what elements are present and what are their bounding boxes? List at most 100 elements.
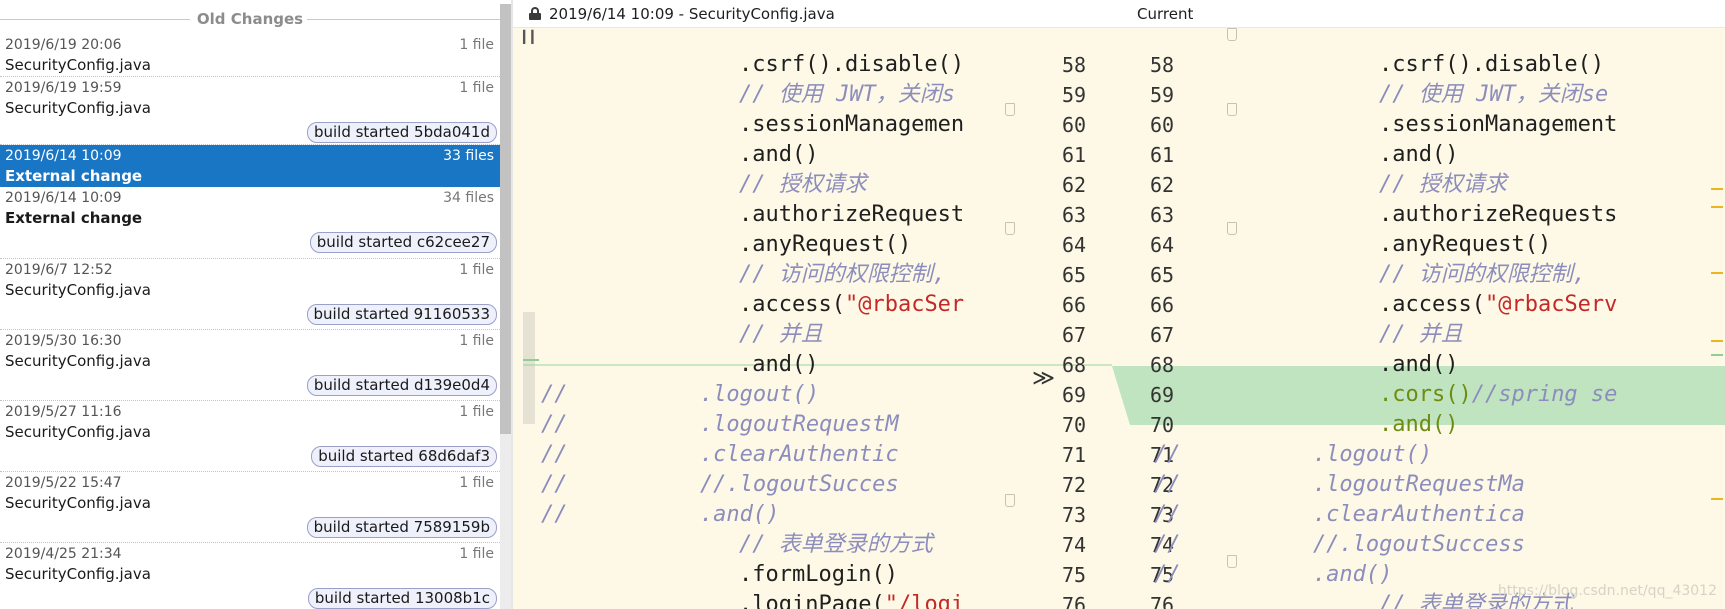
right-code-pane[interactable]: .csrf().disable() // 使用 JWT，关闭se .sessionM… <box>1126 28 1725 609</box>
history-entry[interactable]: 2019/6/14 10:09 34 files External change bu… <box>0 187 500 259</box>
fold-icon[interactable] <box>1005 103 1015 116</box>
code-line: // .logoutRequestMa <box>1154 472 1525 497</box>
entry-file-count: 1 file <box>459 333 494 349</box>
build-label-badge[interactable]: build started 91160533 <box>306 304 497 325</box>
line-number: 65 <box>1062 263 1087 287</box>
build-label-badge[interactable]: build started c62cee27 <box>309 232 497 253</box>
code-line: .csrf().disable() <box>1379 52 1605 77</box>
entry-date: 2019/5/27 11:16 <box>5 404 122 420</box>
code-line: .formLogin() <box>739 562 898 587</box>
entry-name: SecurityConfig.java <box>5 99 151 117</box>
build-label-badge[interactable]: build started 5bda041d <box>306 122 497 143</box>
history-entry[interactable]: 2019/6/19 19:59 1 file SecurityConfig.java… <box>0 77 500 145</box>
code-line: // .and() <box>541 502 780 527</box>
line-number: 69 <box>1062 383 1087 407</box>
code-line: // .clearAuthentic <box>541 442 899 467</box>
diff-viewer: 2019/6/14 10:09 - SecurityConfig.java Cu… <box>513 0 1725 609</box>
fold-icon[interactable] <box>1227 222 1237 235</box>
watermark: https://blog.csdn.net/qq_43012 <box>1497 583 1717 599</box>
fold-icon[interactable] <box>1227 103 1237 116</box>
code-line: // 授权请求 <box>739 172 867 197</box>
line-number: 61 <box>1062 143 1087 167</box>
line-number: 70 <box>1062 413 1087 437</box>
entry-file-count: 1 file <box>459 37 494 53</box>
history-entry[interactable]: 2019/6/19 20:06 1 file SecurityConfig.java <box>0 34 500 77</box>
line-number: 62 <box>1062 173 1087 197</box>
insert-marker[interactable] <box>1711 354 1723 356</box>
code-line: // 并且 <box>739 322 823 347</box>
entry-name: External change <box>5 209 143 227</box>
line-number: 71 <box>1062 443 1087 467</box>
change-marker[interactable] <box>1711 272 1723 274</box>
history-entry[interactable]: 2019/6/14 10:09 33 files External change <box>0 145 500 187</box>
code-line: // .logout() <box>1154 442 1433 467</box>
code-line: // //.logoutSuccess <box>1154 532 1525 557</box>
code-line: .sessionManagement <box>1379 112 1618 137</box>
fold-icon[interactable] <box>1005 222 1015 235</box>
change-marker[interactable] <box>1711 498 1723 500</box>
build-label-badge[interactable]: build started d139e0d4 <box>306 375 497 396</box>
entry-name: SecurityConfig.java <box>5 56 151 74</box>
code-line: .and() <box>1379 142 1459 167</box>
code-line: .and() <box>739 352 819 377</box>
code-line: .and() <box>739 142 819 167</box>
build-label-badge[interactable]: build started 13008b1c <box>307 588 497 609</box>
code-line: // .clearAuthentica <box>1154 502 1525 527</box>
entry-date: 2019/6/7 12:52 <box>5 262 113 278</box>
change-marker[interactable] <box>1711 206 1723 208</box>
entry-file-count: 1 file <box>459 262 494 278</box>
code-line: // 访问的权限控制, <box>739 262 946 287</box>
entry-date: 2019/6/14 10:09 <box>5 190 122 206</box>
code-line: // 使用 JWT，关闭s <box>739 82 955 107</box>
build-label-badge[interactable]: build started 68d6daf3 <box>311 446 497 467</box>
code-line: .anyRequest() <box>739 232 912 257</box>
fold-icon[interactable] <box>1005 494 1015 507</box>
build-label-badge[interactable]: build started 7589159b <box>306 517 497 538</box>
line-number: 68 <box>1062 353 1087 377</box>
history-entry[interactable]: 2019/5/27 11:16 1 file SecurityConfig.java… <box>0 401 500 472</box>
history-entry[interactable]: 2019/5/22 15:47 1 file SecurityConfig.java… <box>0 472 500 543</box>
code-line: // .and() <box>1154 562 1393 587</box>
history-panel: Old Changes 2019/6/19 20:06 1 file Securit… <box>0 0 500 609</box>
history-header: Old Changes <box>0 4 500 34</box>
entry-date: 2019/4/25 21:34 <box>5 546 122 562</box>
code-line: .csrf().disable() <box>739 52 965 77</box>
line-number: 58 <box>1062 53 1087 77</box>
diff-error-stripe[interactable] <box>1711 28 1725 609</box>
history-entry[interactable]: 2019/5/30 16:30 1 file SecurityConfig.java… <box>0 330 500 401</box>
entry-date: 2019/6/19 19:59 <box>5 80 122 96</box>
line-number: 60 <box>1062 113 1087 137</box>
history-entry[interactable]: 2019/4/25 21:34 1 file SecurityConfig.java… <box>0 543 500 609</box>
line-number: 74 <box>1062 533 1087 557</box>
apply-change-arrow-icon[interactable]: ≫ <box>1032 364 1055 394</box>
entry-file-count: 33 files <box>443 148 494 164</box>
fold-icon[interactable] <box>1227 555 1237 568</box>
entry-name: SecurityConfig.java <box>5 565 151 583</box>
code-line: // 授权请求 <box>1379 172 1507 197</box>
history-title: Old Changes <box>192 10 308 28</box>
entry-file-count: 1 file <box>459 80 494 96</box>
entry-name: SecurityConfig.java <box>5 281 151 299</box>
line-number: 66 <box>1062 293 1087 317</box>
history-scroll-thumb[interactable] <box>500 4 511 434</box>
code-line: // //.logoutSucces <box>541 472 899 497</box>
entry-date: 2019/6/19 20:06 <box>5 37 122 53</box>
line-number: 76 <box>1062 593 1087 609</box>
line-number: 59 <box>1062 83 1087 107</box>
code-line: // 访问的权限控制, <box>1379 262 1586 287</box>
change-marker[interactable] <box>1711 340 1723 342</box>
code-line: .anyRequest() <box>1379 232 1552 257</box>
code-line: // 表单登录的方式 <box>739 532 933 557</box>
history-entry[interactable]: 2019/6/7 12:52 1 file SecurityConfig.java b… <box>0 259 500 330</box>
left-code-pane[interactable]: .csrf().disable() // 使用 JWT，关闭s .sessionMa… <box>513 28 1005 609</box>
code-line: .sessionManagemen <box>739 112 965 137</box>
entry-file-count: 1 file <box>459 475 494 491</box>
code-line: // .logout() <box>541 382 820 407</box>
entry-file-count: 1 file <box>459 404 494 420</box>
code-line: .loginPage("/logi <box>739 592 965 609</box>
line-number: 73 <box>1062 503 1087 527</box>
entry-name: SecurityConfig.java <box>5 423 151 441</box>
change-marker[interactable] <box>1711 188 1723 190</box>
code-line: .authorizeRequests <box>1379 202 1618 227</box>
fold-icon[interactable] <box>1227 28 1237 41</box>
